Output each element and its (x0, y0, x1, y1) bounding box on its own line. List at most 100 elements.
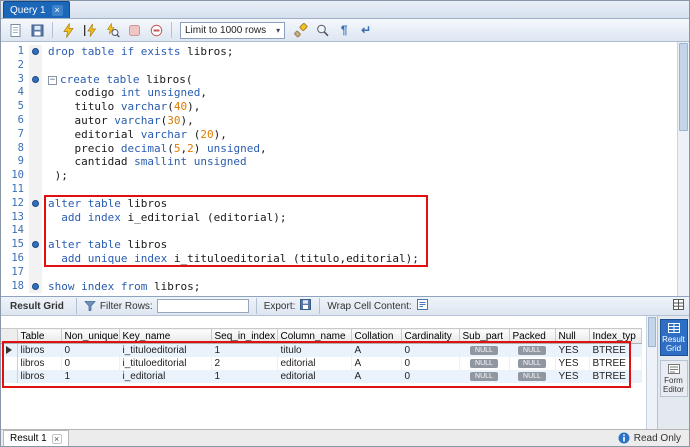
grid-cell[interactable]: i_tituloeditorial (119, 343, 212, 357)
editor-line[interactable]: 14 (1, 224, 677, 239)
grid-cell[interactable]: A (351, 343, 402, 357)
grid-cell[interactable]: 1 (211, 343, 278, 357)
grid-cell[interactable]: 2 (211, 357, 278, 370)
grid-cell[interactable]: YES (555, 357, 590, 370)
grid-cell[interactable]: YES (555, 370, 590, 383)
grid-cell[interactable]: BTREE (589, 343, 642, 357)
column-header[interactable]: Index_typ (589, 328, 642, 344)
column-header[interactable]: Packed (509, 328, 556, 344)
grid-cell[interactable]: titulo (277, 343, 352, 357)
row-selector[interactable] (1, 370, 18, 383)
column-header[interactable]: Non_unique (61, 328, 120, 344)
wrap-cell-content-button[interactable] (416, 298, 429, 314)
execute-button[interactable] (58, 21, 78, 40)
execute-current-statement-button[interactable] (80, 21, 100, 40)
grid-cell[interactable]: i_tituloeditorial (119, 357, 212, 370)
table-row[interactable]: libros 0 i_tituloeditorial 1 titulo A 0 NULL NUL… (1, 343, 642, 357)
grid-cell[interactable]: libros (17, 357, 62, 370)
grid-cell[interactable]: i_editorial (119, 370, 212, 383)
editor-line[interactable]: 9 cantidad smallint unsigned (1, 155, 677, 170)
grid-cell[interactable]: NULL (459, 357, 510, 370)
save-script-button[interactable] (27, 21, 47, 40)
editor-line[interactable]: 4 codigo int unsigned, (1, 86, 677, 101)
editor-line[interactable]: 1 drop table if exists libros; (1, 45, 677, 59)
scrollbar-thumb[interactable] (679, 43, 688, 131)
grid-cell[interactable]: 0 (401, 343, 460, 357)
toolbar-separator (319, 298, 321, 314)
column-header[interactable]: Collation (351, 328, 402, 344)
result-grid-view-button[interactable]: Result Grid (659, 319, 688, 356)
row-selector[interactable] (1, 343, 18, 357)
editor-line[interactable]: 11 (1, 182, 677, 197)
column-header[interactable]: Seq_in_index (211, 328, 278, 344)
toggle-word-wrap-button[interactable]: ↵ (356, 21, 376, 40)
open-script-button[interactable] (5, 21, 25, 40)
editor-line[interactable]: 18 show index from libros; (1, 279, 677, 294)
column-header[interactable]: Key_name (119, 328, 212, 344)
stop-execution-button[interactable] (124, 21, 144, 40)
explain-statement-button[interactable] (102, 21, 122, 40)
sql-editor[interactable]: 1 drop table if exists libros; 2 3 − create t… (1, 42, 689, 296)
grid-cell[interactable]: NULL (459, 343, 510, 357)
beautify-script-button[interactable] (290, 21, 310, 40)
grid-cell[interactable]: 0 (61, 357, 120, 370)
export-button[interactable] (299, 298, 312, 314)
grid-cell[interactable]: A (351, 370, 402, 383)
grid-cell[interactable]: BTREE (589, 370, 642, 383)
grid-options-button[interactable] (672, 298, 685, 314)
close-icon[interactable]: × (51, 433, 62, 444)
editor-line[interactable]: 16 add unique index i_tituloeditorial (t… (1, 251, 677, 266)
toggle-stop-on-error-button[interactable] (146, 21, 166, 40)
filter-rows-input[interactable] (156, 299, 249, 313)
editor-line[interactable]: 7 editorial varchar (20), (1, 127, 677, 142)
editor-line[interactable]: 17 (1, 265, 677, 280)
editor-line[interactable]: 15 alter table libros (1, 238, 677, 252)
column-header[interactable]: Column_name (277, 328, 352, 344)
editor-line[interactable]: 12 alter table libros (1, 196, 677, 211)
column-header[interactable]: Sub_part (459, 328, 510, 344)
row-selector[interactable] (1, 357, 18, 370)
grid-cell[interactable]: 1 (61, 370, 120, 383)
table-row[interactable]: libros 1 i_editorial 1 editorial A 0 NULL NULL YE… (1, 370, 642, 383)
grid-cell[interactable]: 0 (61, 343, 120, 357)
column-header[interactable]: Cardinality (401, 328, 460, 344)
grid-cell[interactable]: libros (17, 343, 62, 357)
toggle-invisible-characters-button[interactable]: ¶ (334, 21, 354, 40)
grid-cell[interactable]: editorial (277, 370, 352, 383)
editor-vertical-scrollbar[interactable] (677, 42, 689, 296)
grid-cell[interactable]: 1 (211, 370, 278, 383)
grid-cell[interactable]: YES (555, 343, 590, 357)
grid-cell[interactable]: A (351, 357, 402, 370)
editor-line[interactable]: 6 autor varchar(30), (1, 113, 677, 128)
editor-line[interactable]: 13 add index i_editorial (editorial); (1, 210, 677, 225)
editor-line[interactable]: 3 − create table libros( (1, 72, 677, 87)
grid-cell[interactable]: BTREE (589, 357, 642, 370)
tab-query-1[interactable]: Query 1 × (3, 1, 70, 18)
grid-cell[interactable]: NULL (509, 370, 556, 383)
editor-line[interactable]: 8 precio decimal(5,2) unsigned, (1, 141, 677, 156)
scrollbar-thumb[interactable] (648, 317, 656, 347)
grid-cell[interactable]: NULL (509, 357, 556, 370)
table-row[interactable]: libros 0 i_tituloeditorial 2 editorial A 0 NULL… (1, 357, 642, 370)
mysql-workbench-window: Query 1 × Limit to 1000 rows ▾ ¶ ↵ 1 dro… (0, 0, 690, 447)
grid-cell[interactable]: libros (17, 370, 62, 383)
form-editor-view-button[interactable]: Form Editor (659, 360, 688, 397)
grid-vertical-scrollbar[interactable] (646, 316, 657, 429)
editor-line[interactable]: 10 ); (1, 169, 677, 183)
grid-cell[interactable]: 0 (401, 370, 460, 383)
editor-line[interactable]: 5 titulo varchar(40), (1, 100, 677, 114)
grid-cell[interactable]: editorial (277, 357, 352, 370)
grid-cell[interactable]: NULL (459, 370, 510, 383)
grid-cell[interactable]: NULL (509, 343, 556, 357)
tab-result-1[interactable]: Result 1 × (3, 430, 69, 446)
limit-rows-dropdown[interactable]: Limit to 1000 rows ▾ (180, 21, 286, 39)
column-header[interactable]: Null (555, 328, 590, 344)
find-button[interactable] (312, 21, 332, 40)
result-grid[interactable]: Table Non_unique Key_name Seq_in_index Colum… (1, 316, 646, 429)
close-icon[interactable]: × (51, 4, 63, 16)
grid-cell[interactable]: 0 (401, 357, 460, 370)
editor-line[interactable]: 2 (1, 58, 677, 73)
null-value-badge: NULL (470, 346, 498, 355)
fold-toggle-icon[interactable]: − (48, 75, 57, 85)
column-header[interactable]: Table (17, 328, 62, 344)
